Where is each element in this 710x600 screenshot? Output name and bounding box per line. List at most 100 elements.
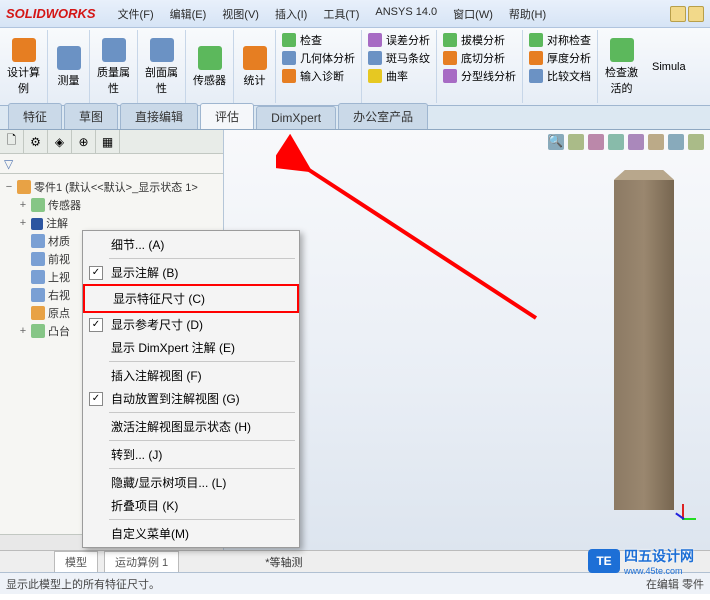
tree-label: 前视	[48, 251, 70, 267]
hide-show-icon[interactable]	[628, 134, 644, 150]
ribbon-symmetry[interactable]: 对称检查	[529, 32, 591, 48]
tab-direct-edit[interactable]: 直接编辑	[120, 103, 198, 129]
expander-icon[interactable]: +	[18, 199, 28, 211]
ctx-sep	[109, 440, 295, 441]
ribbon-thickness[interactable]: 厚度分析	[529, 50, 591, 66]
model-hex-column[interactable]	[614, 170, 674, 510]
ribbon-statistics[interactable]: 统计	[234, 30, 276, 103]
tab-model-view[interactable]: 模型	[54, 551, 98, 572]
dm-tab-icon[interactable]: ⊕	[72, 130, 96, 153]
expander-icon[interactable]: −	[4, 181, 14, 193]
tab-evaluate[interactable]: 评估	[200, 103, 254, 129]
ribbon-design-study[interactable]: 设计算例	[0, 30, 48, 103]
ctx-show-feature-dims[interactable]: 显示特征尺寸 (C)	[83, 284, 299, 313]
menu-insert[interactable]: 插入(I)	[269, 3, 313, 25]
ribbon-check[interactable]: 检查	[282, 32, 355, 48]
menu-edit[interactable]: 编辑(E)	[164, 3, 213, 25]
zoom-area-icon[interactable]	[568, 134, 584, 150]
rb-l: 比较文档	[547, 68, 591, 84]
ctx-activate-display-state[interactable]: 激活注解视图显示状态 (H)	[83, 415, 299, 438]
ctx-insert-annot-view[interactable]: 插入注解视图 (F)	[83, 364, 299, 387]
ribbon-undercut[interactable]: 底切分析	[443, 50, 516, 66]
app-logo: SOLIDWORKS	[6, 6, 96, 21]
ribbon-section-props[interactable]: 剖面属性	[138, 30, 186, 103]
manager-tabs: 🗋 ⚙ ◈ ⊕ ▦	[0, 130, 223, 154]
ribbon-draft[interactable]: 拔模分析	[443, 32, 516, 48]
appearance-icon[interactable]	[648, 134, 664, 150]
ctx-goto[interactable]: 转到... (J)	[83, 443, 299, 466]
ctx-show-ref-dims[interactable]: ✓显示参考尺寸 (D)	[83, 313, 299, 336]
pm-tab-icon[interactable]: ⚙	[24, 130, 48, 153]
sensor-icon	[198, 46, 222, 70]
ribbon-curvature[interactable]: 曲率	[368, 68, 430, 84]
ribbon-geom-analysis[interactable]: 几何体分析	[282, 50, 355, 66]
ctx-label: 隐藏/显示树项目... (L)	[111, 474, 226, 491]
view-orient-icon[interactable]	[588, 134, 604, 150]
rb-l: Simula	[652, 61, 686, 73]
menu-tools[interactable]: 工具(T)	[317, 3, 365, 25]
rb-l2: 活的	[611, 80, 633, 96]
tab-sketch[interactable]: 草图	[64, 103, 118, 129]
ctx-collapse[interactable]: 折叠项目 (K)	[83, 494, 299, 517]
tab-features[interactable]: 特征	[8, 103, 62, 129]
tree-root[interactable]: −零件1 (默认<<默认>_显示状态 1>	[2, 178, 221, 196]
ctx-hide-show-tree[interactable]: 隐藏/显示树项目... (L)	[83, 471, 299, 494]
ribbon-check-active[interactable]: 检查激活的	[598, 30, 645, 103]
filter-icon[interactable]: ▽	[4, 157, 13, 171]
ribbon-compare[interactable]: 比较文档	[529, 68, 591, 84]
ctx-auto-place[interactable]: ✓自动放置到注解视图 (G)	[83, 387, 299, 410]
ctx-show-dimxpert[interactable]: 显示 DimXpert 注解 (E)	[83, 336, 299, 359]
rb-l2: 例	[18, 80, 29, 96]
zoom-fit-icon[interactable]: 🔍	[548, 134, 564, 150]
menu-ansys[interactable]: ANSYS 14.0	[369, 3, 443, 25]
ctx-label: 显示 DimXpert 注解 (E)	[111, 339, 235, 356]
rb-l: 误差分析	[386, 32, 430, 48]
ribbon-simulation[interactable]: Simula	[645, 30, 693, 103]
menu-help[interactable]: 帮助(H)	[503, 3, 552, 25]
ribbon-parting[interactable]: 分型线分析	[443, 68, 516, 84]
ctx-label: 激活注解视图显示状态 (H)	[111, 418, 251, 435]
qa-new-icon[interactable]	[670, 6, 686, 22]
ribbon-zebra[interactable]: 斑马条纹	[368, 50, 430, 66]
status-mode: 在编辑 零件	[646, 576, 704, 592]
ctx-details[interactable]: 细节... (A)	[83, 233, 299, 256]
menu-view[interactable]: 视图(V)	[216, 3, 265, 25]
cm-tab-icon[interactable]: ◈	[48, 130, 72, 153]
plane-icon	[31, 270, 45, 284]
menu-window[interactable]: 窗口(W)	[447, 3, 499, 25]
ribbon-sensor[interactable]: 传感器	[186, 30, 234, 103]
ctx-sep	[109, 258, 295, 259]
tab-dimxpert[interactable]: DimXpert	[256, 106, 336, 129]
ribbon-import-diag[interactable]: 输入诊断	[282, 68, 355, 84]
measure-icon	[57, 46, 81, 70]
ribbon-measure[interactable]: 测量	[48, 30, 90, 103]
watermark-text: 四五设计网	[624, 546, 694, 566]
tab-motion-study[interactable]: 运动算例 1	[104, 551, 179, 572]
ribbon-mass-props[interactable]: 质量属性	[90, 30, 138, 103]
mm-tab-icon[interactable]: ▦	[96, 130, 120, 153]
ctx-show-annotations[interactable]: ✓ 显示注解 (B)	[83, 261, 299, 284]
checkbox-icon[interactable]: ✓	[89, 266, 103, 280]
check-icon	[282, 33, 296, 47]
orientation-triad[interactable]	[670, 492, 698, 520]
curv-icon	[368, 69, 382, 83]
scene-icon[interactable]	[668, 134, 684, 150]
expander-icon[interactable]: +	[18, 217, 28, 229]
view-settings-icon[interactable]	[688, 134, 704, 150]
status-hint: 显示此模型上的所有特征尺寸。	[6, 576, 160, 592]
tree-label: 上视	[48, 269, 70, 285]
ctx-customize[interactable]: 自定义菜单(M)	[83, 522, 299, 545]
annotation-node-highlighted[interactable]: 注解	[31, 215, 68, 231]
ctx-label: 显示注解 (B)	[111, 264, 178, 281]
ribbon-deviation[interactable]: 误差分析	[368, 32, 430, 48]
ribbon: 设计算例 测量 质量属性 剖面属性 传感器 统计 检查 几何体分析 输入诊断 误…	[0, 28, 710, 106]
checkbox-icon[interactable]: ✓	[89, 318, 103, 332]
expander-icon[interactable]: +	[18, 325, 28, 337]
fm-tab-icon[interactable]: 🗋	[0, 130, 24, 153]
tab-office[interactable]: 办公室产品	[338, 103, 428, 129]
checkbox-icon[interactable]: ✓	[89, 392, 103, 406]
menu-file[interactable]: 文件(F)	[112, 3, 160, 25]
tree-sensors[interactable]: +传感器	[2, 196, 221, 214]
qa-open-icon[interactable]	[688, 6, 704, 22]
display-style-icon[interactable]	[608, 134, 624, 150]
